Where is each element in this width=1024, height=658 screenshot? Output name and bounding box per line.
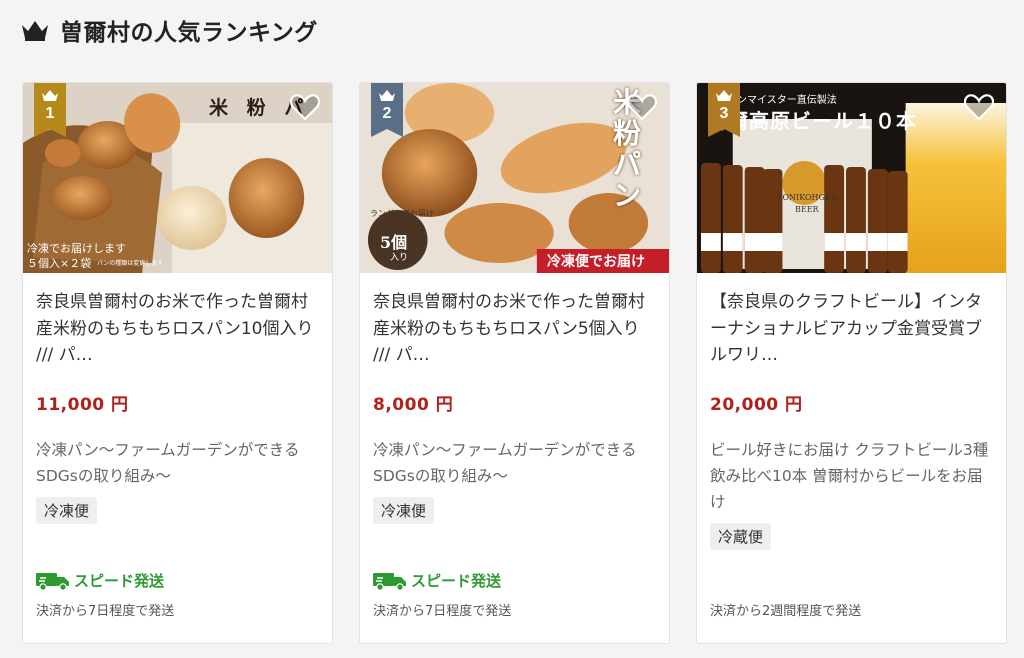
shipping-tag: 冷蔵便: [710, 523, 772, 550]
product-title[interactable]: 【奈良県のクラフトビール】インターナショナルビアカップ金賞受賞ブルワリ…: [710, 289, 993, 369]
image-overlay-caption: ５個入×２袋: [27, 257, 92, 270]
product-card[interactable]: 米 粉 パ 冷凍でお届けします ５個入×２袋 パンの種類は変更します 1 奈良県…: [22, 82, 333, 644]
speed-label: スピード発送: [411, 572, 502, 590]
product-description: 冷凍パン～ファームガーデンができるSDGsの取り組み～: [36, 441, 300, 485]
ranking-header: 曽爾村の人気ランキング: [20, 14, 318, 46]
rank-number: 3: [719, 105, 729, 122]
image-overlay-caption: 冷凍でお届けします: [27, 242, 126, 255]
rank-badge: 2: [371, 83, 403, 137]
shipping-note: 決済から7日程度で発送: [36, 604, 175, 619]
rank-number: 2: [382, 105, 392, 122]
speed-label: スピード発送: [74, 572, 165, 590]
product-card[interactable]: ファインマイスター直伝製法 曽爾高原ビール１０本 SONIKOHGEN BEER…: [696, 82, 1007, 644]
truck-icon: [373, 572, 406, 591]
image-overlay-caption: ランダムでお届け: [370, 209, 434, 218]
shipping-tag: 冷凍便: [36, 497, 98, 524]
rank-badge: 1: [34, 83, 66, 137]
product-image[interactable]: 米 粉 パ ン ランダムでお届け 5個 入り 冷凍便でお届け 2: [360, 83, 669, 273]
image-overlay-brand: SONIKOHGEN: [777, 193, 838, 202]
product-title[interactable]: 奈良県曽爾村のお米で作った曽爾村産米粉のもちもちロスパン10個入り /// パ…: [36, 289, 319, 369]
image-overlay-banner: 冷凍便でお届け: [547, 254, 645, 270]
product-card[interactable]: 米 粉 パ ン ランダムでお届け 5個 入り 冷凍便でお届け 2 奈良県曽爾村の…: [359, 82, 670, 644]
speed-shipping: スピード発送: [36, 570, 164, 591]
product-description: ビール好きにお届け クラフトビール3種飲み比べ10本 曽爾村からビールをお届け: [710, 441, 989, 511]
product-price: 8,000 円: [373, 395, 454, 415]
heart-icon[interactable]: [290, 93, 320, 121]
heart-icon[interactable]: [627, 93, 657, 121]
product-price: 11,000 円: [36, 395, 129, 415]
image-overlay-count-unit: 入り: [390, 253, 409, 263]
product-image[interactable]: ファインマイスター直伝製法 曽爾高原ビール１０本 SONIKOHGEN BEER…: [697, 83, 1006, 273]
shipping-note: 決済から7日程度で発送: [373, 604, 512, 619]
truck-icon: [36, 572, 69, 591]
product-description: 冷凍パン～ファームガーデンができるSDGsの取り組み～: [373, 441, 637, 485]
image-overlay-brand: BEER: [795, 205, 819, 214]
shipping-tag: 冷凍便: [373, 497, 435, 524]
speed-shipping: スピード発送: [373, 570, 501, 591]
crown-icon: [22, 21, 48, 41]
product-image[interactable]: 米 粉 パ 冷凍でお届けします ５個入×２袋 パンの種類は変更します 1: [23, 83, 332, 273]
shipping-note: 決済から2週間程度で発送: [710, 604, 862, 619]
product-title[interactable]: 奈良県曽爾村のお米で作った曽爾村産米粉のもちもちロスパン5個入り /// パ…: [373, 289, 656, 369]
product-price: 20,000 円: [710, 395, 803, 415]
rank-badge: 3: [708, 83, 740, 137]
page-title: 曽爾村の人気ランキング: [60, 20, 318, 46]
rank-number: 1: [45, 105, 55, 122]
image-overlay-note: パンの種類は変更します: [97, 260, 164, 267]
heart-icon[interactable]: [964, 93, 994, 121]
